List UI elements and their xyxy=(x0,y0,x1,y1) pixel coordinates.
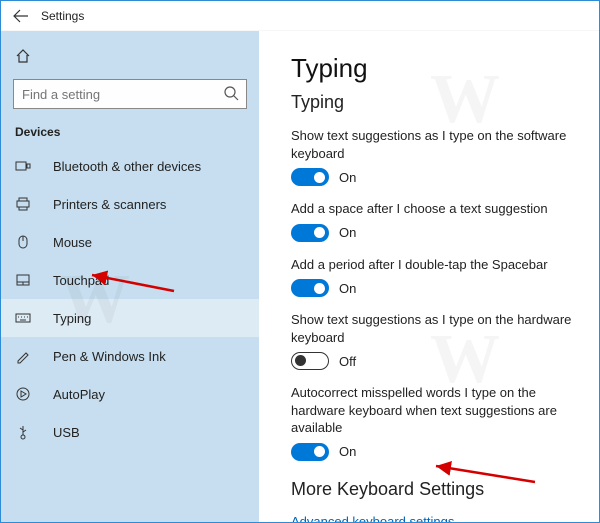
toggle-switch[interactable] xyxy=(291,279,329,297)
search-icon xyxy=(223,85,239,106)
home-button[interactable] xyxy=(1,39,41,73)
setting-autocorrect: Autocorrect misspelled words I type on t… xyxy=(291,384,579,461)
advanced-keyboard-link[interactable]: Advanced keyboard settings xyxy=(291,514,579,522)
sidebar-item-printers[interactable]: Printers & scanners xyxy=(1,185,259,223)
sidebar-item-pen[interactable]: Pen & Windows Ink xyxy=(1,337,259,375)
setting-software-suggestions: Show text suggestions as I type on the s… xyxy=(291,127,579,186)
sidebar-item-bluetooth[interactable]: Bluetooth & other devices xyxy=(1,147,259,185)
sidebar: Devices Bluetooth & other devices Printe… xyxy=(1,31,259,522)
setting-label: Autocorrect misspelled words I type on t… xyxy=(291,384,579,437)
search-input[interactable] xyxy=(13,79,247,109)
back-arrow-icon xyxy=(13,8,29,24)
setting-add-period: Add a period after I double-tap the Spac… xyxy=(291,256,579,298)
toggle-state: On xyxy=(339,281,356,296)
search-box[interactable] xyxy=(13,79,247,109)
sidebar-item-label: Pen & Windows Ink xyxy=(53,349,166,364)
mouse-icon xyxy=(15,234,37,250)
section-heading-typing: Typing xyxy=(291,92,579,113)
setting-add-space: Add a space after I choose a text sugges… xyxy=(291,200,579,242)
sidebar-item-label: Typing xyxy=(53,311,91,326)
sidebar-item-label: Touchpad xyxy=(53,273,109,288)
setting-hardware-suggestions: Show text suggestions as I type on the h… xyxy=(291,311,579,370)
toggle-switch[interactable] xyxy=(291,224,329,242)
setting-label: Add a space after I choose a text sugges… xyxy=(291,200,579,218)
pen-icon xyxy=(15,348,37,364)
toggle-switch[interactable] xyxy=(291,443,329,461)
toggle-state: Off xyxy=(339,354,356,369)
bluetooth-icon xyxy=(15,158,37,174)
setting-label: Show text suggestions as I type on the h… xyxy=(291,311,579,346)
sidebar-item-autoplay[interactable]: AutoPlay xyxy=(1,375,259,413)
toggle-state: On xyxy=(339,444,356,459)
section-heading-devices: Devices xyxy=(1,121,259,147)
sidebar-item-label: AutoPlay xyxy=(53,387,105,402)
toggle-state: On xyxy=(339,170,356,185)
touchpad-icon xyxy=(15,272,37,288)
sidebar-item-mouse[interactable]: Mouse xyxy=(1,223,259,261)
sidebar-item-label: Mouse xyxy=(53,235,92,250)
content-pane: Typing Typing Show text suggestions as I… xyxy=(259,31,599,522)
keyboard-icon xyxy=(15,310,37,326)
window-title: Settings xyxy=(41,9,84,23)
setting-label: Add a period after I double-tap the Spac… xyxy=(291,256,579,274)
printer-icon xyxy=(15,196,37,212)
setting-label: Show text suggestions as I type on the s… xyxy=(291,127,579,162)
toggle-switch[interactable] xyxy=(291,352,329,370)
titlebar: Settings xyxy=(1,1,599,31)
usb-icon xyxy=(15,424,37,440)
sidebar-item-label: Printers & scanners xyxy=(53,197,166,212)
sidebar-item-typing[interactable]: Typing xyxy=(1,299,259,337)
autoplay-icon xyxy=(15,386,37,402)
toggle-switch[interactable] xyxy=(291,168,329,186)
sidebar-item-touchpad[interactable]: Touchpad xyxy=(1,261,259,299)
back-button[interactable] xyxy=(1,1,41,31)
section-heading-more-keyboard: More Keyboard Settings xyxy=(291,479,579,500)
sidebar-item-usb[interactable]: USB xyxy=(1,413,259,451)
home-icon xyxy=(15,48,31,64)
toggle-state: On xyxy=(339,225,356,240)
sidebar-item-label: Bluetooth & other devices xyxy=(53,159,201,174)
sidebar-item-label: USB xyxy=(53,425,80,440)
page-title: Typing xyxy=(291,53,579,84)
